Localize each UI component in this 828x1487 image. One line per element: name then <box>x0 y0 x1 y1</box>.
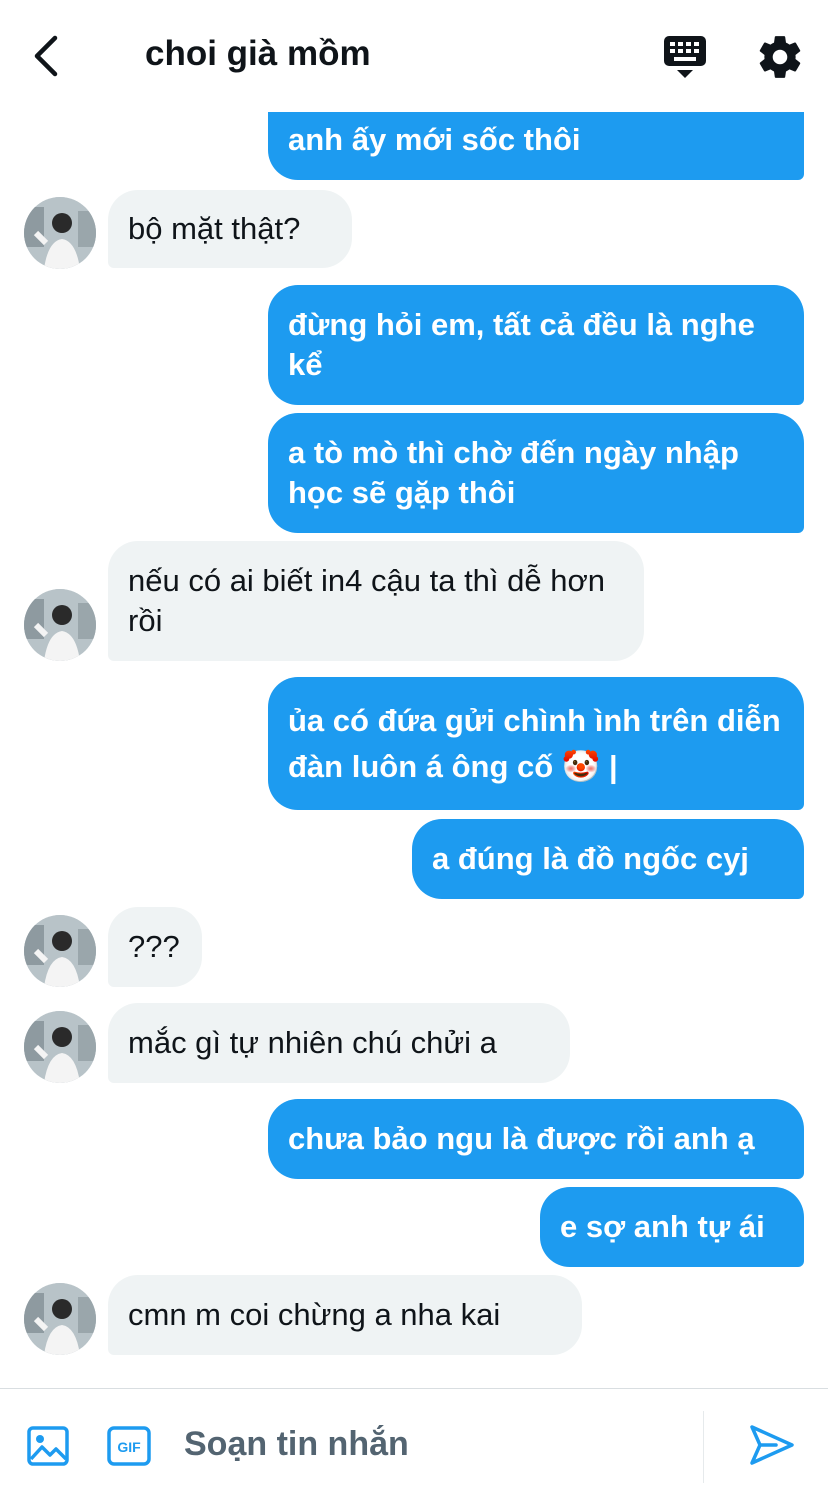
message-text: ủa có đứa gửi chình ình trên diễn đàn lu… <box>288 702 781 784</box>
message-text: mắc gì tự nhiên chú chửi a <box>128 1025 497 1060</box>
gear-icon <box>759 36 801 78</box>
avatar[interactable] <box>24 1011 96 1083</box>
send-icon <box>750 1425 794 1465</box>
message-text: ??? <box>128 929 180 964</box>
avatar[interactable] <box>24 197 96 269</box>
message-incoming: bộ mặt thật? <box>108 190 352 268</box>
message-incoming: nếu có ai biết in4 cậu ta thì dễ hơn rồi <box>108 541 644 661</box>
gif-icon: GIF <box>107 1426 151 1466</box>
message-text: cmn m coi chừng a nha kai <box>128 1297 501 1332</box>
message-text: a tò mò thì chờ đến ngày nhập học sẽ gặp… <box>288 435 739 510</box>
back-arrow-icon <box>34 35 58 77</box>
message-outgoing: ủa có đứa gửi chình ình trên diễn đàn lu… <box>268 677 804 810</box>
image-icon <box>27 1426 69 1466</box>
avatar-photo <box>24 197 96 269</box>
message-incoming: cmn m coi chừng a nha kai <box>108 1275 582 1355</box>
message-incoming: mắc gì tự nhiên chú chửi a <box>108 1003 570 1083</box>
message-text: e sợ anh tự ái <box>560 1209 765 1244</box>
avatar[interactable] <box>24 589 96 661</box>
conversation-header: choi già mồm <box>0 0 828 112</box>
conversation-title: choi già mồm <box>145 34 371 73</box>
back-button[interactable] <box>26 30 66 82</box>
message-text: anh ấy mới sốc thôi <box>288 122 581 157</box>
message-composer: GIF <box>0 1388 828 1487</box>
message-text: đừng hỏi em, tất cả đều là nghe kể <box>288 307 755 382</box>
avatar-photo <box>24 589 96 661</box>
message-outgoing: a tò mò thì chờ đến ngày nhập học sẽ gặp… <box>268 413 804 533</box>
svg-text:GIF: GIF <box>117 1439 141 1455</box>
keyboard-button[interactable] <box>660 34 710 82</box>
message-outgoing: a đúng là đồ ngốc cyj <box>412 819 804 899</box>
message-text: bộ mặt thật? <box>128 211 301 246</box>
message-text: nếu có ai biết in4 cậu ta thì dễ hơn rồi <box>128 563 606 638</box>
add-gif-button[interactable]: GIF <box>106 1425 152 1467</box>
message-outgoing: chưa bảo ngu là được rồi anh ạ <box>268 1099 804 1179</box>
avatar[interactable] <box>24 1283 96 1355</box>
message-input[interactable] <box>184 1419 684 1469</box>
composer-divider <box>703 1411 704 1483</box>
avatar-photo <box>24 1011 96 1083</box>
send-button[interactable] <box>748 1423 796 1467</box>
settings-button[interactable] <box>755 32 805 82</box>
avatar[interactable] <box>24 915 96 987</box>
message-incoming: ??? <box>108 907 202 987</box>
add-image-button[interactable] <box>26 1425 70 1467</box>
message-thread[interactable]: anh ấy mới sốc thôi bộ mặt thật? đừng hỏ… <box>0 0 828 1390</box>
avatar-photo <box>24 1283 96 1355</box>
message-text: a đúng là đồ ngốc cyj <box>432 841 749 876</box>
message-outgoing: đừng hỏi em, tất cả đều là nghe kể <box>268 285 804 405</box>
keyboard-icon <box>664 36 706 78</box>
message-outgoing: e sợ anh tự ái <box>540 1187 804 1267</box>
avatar-photo <box>24 915 96 987</box>
message-text: chưa bảo ngu là được rồi anh ạ <box>288 1121 755 1156</box>
